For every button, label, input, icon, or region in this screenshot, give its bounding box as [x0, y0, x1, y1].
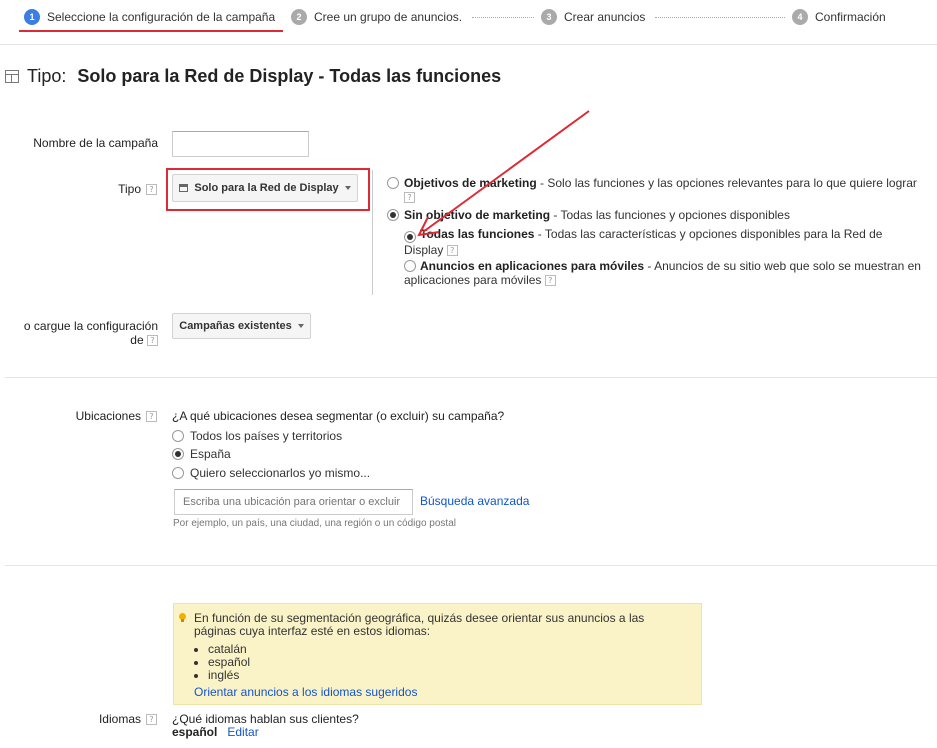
language-list: catalán español inglés [208, 643, 250, 682]
location-option-spain[interactable]: España [172, 447, 231, 461]
radio-button[interactable] [172, 448, 184, 460]
radio-button[interactable] [172, 467, 184, 479]
help-icon[interactable]: ? [147, 335, 158, 347]
help-icon[interactable]: ? [146, 713, 157, 725]
location-option-custom[interactable]: Quiero seleccionarlos yo mismo... [172, 466, 370, 480]
location-search-input[interactable] [174, 489, 413, 515]
languages-label: Idiomas ? [99, 712, 157, 726]
divider [5, 377, 937, 378]
dropdown-label: Campañas existentes [179, 320, 292, 332]
advanced-search-link[interactable]: Búsqueda avanzada [420, 494, 529, 508]
location-hint: Por ejemplo, un país, una ciudad, una re… [173, 518, 456, 529]
locations-question: ¿A qué ubicaciones desea segmentar (o ex… [172, 409, 505, 423]
radio-button[interactable] [172, 430, 184, 442]
existing-campaigns-dropdown[interactable]: Campañas existentes [172, 313, 311, 339]
target-suggested-languages-link[interactable]: Orientar anuncios a los idiomas sugerido… [194, 685, 417, 699]
location-option-all[interactable]: Todos los países y territorios [172, 429, 342, 443]
help-icon[interactable]: ? [146, 410, 157, 422]
languages-value-row: español Editar [172, 725, 259, 739]
chevron-down-icon [297, 324, 304, 328]
load-settings-label: o cargue la configuración de ? [23, 319, 158, 347]
languages-question: ¿Qué idiomas hablan sus clientes? [172, 712, 359, 726]
list-item: inglés [208, 669, 250, 682]
tip-text: En función de su segmentación geográfica… [194, 611, 645, 638]
selected-language: español [172, 725, 218, 739]
locations-label: Ubicaciones ? [76, 409, 157, 423]
edit-languages-link[interactable]: Editar [227, 725, 258, 739]
language-tip-box: En función de su segmentación geográfica… [173, 603, 702, 705]
divider [5, 565, 937, 566]
